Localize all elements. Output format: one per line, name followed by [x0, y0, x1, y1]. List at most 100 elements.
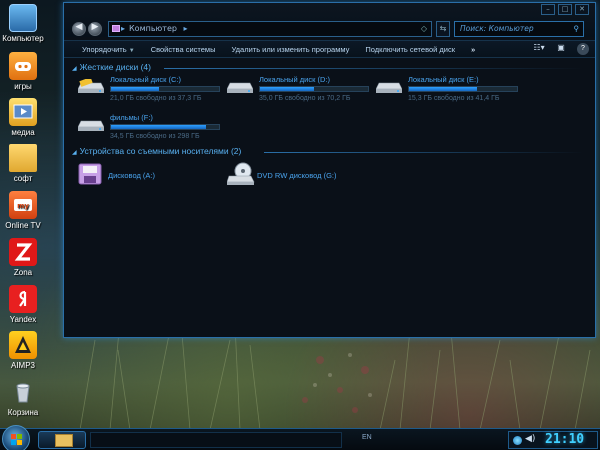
- organize-label: Упорядочить: [82, 44, 127, 54]
- removable-group-header[interactable]: ◢ Устройства со съемными носителями (2): [72, 146, 241, 156]
- tv-icon: my: [9, 191, 37, 219]
- taskbar-window-area[interactable]: [90, 432, 342, 448]
- floppy-drive-icon: [78, 163, 102, 185]
- recycle-bin-icon: [9, 378, 37, 406]
- drive-d[interactable]: Локальный диск (D:) 35,0 ГБ свободно из …: [227, 73, 375, 109]
- back-button[interactable]: ◀: [72, 22, 86, 36]
- drive-usage-fill: [260, 87, 314, 91]
- desktop-icon-media[interactable]: медиа: [0, 98, 46, 137]
- floppy-drive-a[interactable]: Дисковод (A:): [78, 162, 208, 186]
- folder-icon: [55, 434, 73, 447]
- drive-f[interactable]: фильмы (F:) 34,5 ГБ свободно из 298 ГБ: [78, 111, 226, 147]
- group-divider: [264, 152, 584, 153]
- desktop-icon-aimp[interactable]: AIMP3: [0, 331, 46, 370]
- desktop-icon-soft[interactable]: софт: [0, 144, 46, 183]
- drive-usage-fill: [409, 87, 478, 91]
- network-icon[interactable]: [513, 436, 522, 445]
- preview-pane-icon[interactable]: ▣: [555, 43, 567, 55]
- breadcrumb-arrow-icon: ▸: [183, 24, 188, 33]
- window-titlebar[interactable]: – □ ✕ ◀ ▶ ▸ Компьютер ▸ ◇ ⇆ Поиск: Компь…: [64, 3, 595, 37]
- desktop-icon-label: Компьютер: [2, 34, 44, 43]
- drive-free-space: 15,3 ГБ свободно из 41,4 ГБ: [408, 95, 500, 102]
- help-icon[interactable]: ?: [577, 43, 589, 55]
- hard-drives-group-header[interactable]: ◢ Жесткие диски (4): [72, 62, 151, 72]
- organize-menu[interactable]: Упорядочить ▼: [64, 45, 143, 54]
- desktop-icon-online-tv[interactable]: my Online TV: [0, 191, 46, 230]
- desktop-icon-label: Zona: [13, 268, 33, 277]
- collapse-icon: ◢: [72, 66, 77, 72]
- minimize-button[interactable]: –: [541, 4, 555, 15]
- desktop-icon-zona[interactable]: Zona: [0, 238, 46, 277]
- volume-icon[interactable]: ◀): [525, 434, 535, 444]
- desktop-icon-label: Online TV: [5, 221, 41, 230]
- drive-usage-bar: [110, 86, 220, 92]
- close-button[interactable]: ✕: [575, 4, 589, 15]
- system-properties-button[interactable]: Свойства системы: [143, 45, 224, 54]
- drive-free-space: 35,0 ГБ свободно из 70,2 ГБ: [259, 95, 351, 102]
- drive-free-space: 34,5 ГБ свободно из 298 ГБ: [110, 133, 200, 140]
- drive-usage-bar: [110, 124, 220, 130]
- zona-icon: [9, 238, 37, 266]
- command-bar: Упорядочить ▼ Свойства системы Удалить и…: [64, 40, 595, 58]
- drive-name: Локальный диск (D:): [259, 75, 330, 84]
- address-text: Компьютер: [129, 24, 177, 33]
- group-title: Жесткие диски (4): [79, 62, 151, 72]
- refresh-button[interactable]: ⇆: [436, 21, 450, 37]
- desktop-icon-label: Yandex: [9, 315, 37, 324]
- dvd-drive-g[interactable]: DVD RW дисковод (G:): [227, 162, 397, 186]
- explorer-content: ◢ Жесткие диски (4) Локальный диск (C:) 2…: [64, 59, 595, 337]
- start-button[interactable]: [2, 425, 30, 450]
- hard-drive-icon: [78, 120, 104, 131]
- search-placeholder: Поиск: Компьютер: [460, 24, 534, 33]
- clock[interactable]: 21:10: [545, 432, 584, 447]
- drive-e[interactable]: Локальный диск (E:) 15,3 ГБ свободно из …: [376, 73, 524, 109]
- drive-name: Локальный диск (E:): [408, 75, 479, 84]
- taskbar-explorer-button[interactable]: [38, 431, 86, 449]
- desktop-icon-label: игры: [14, 82, 32, 91]
- map-network-drive-button[interactable]: Подключить сетевой диск: [357, 45, 463, 54]
- drive-name: фильмы (F:): [110, 113, 153, 122]
- desktop-icon-recycle-bin[interactable]: Корзина: [0, 378, 46, 417]
- desktop-icon-computer[interactable]: Компьютер: [0, 4, 46, 43]
- chevron-down-icon: ▼: [128, 47, 135, 54]
- hard-drive-icon: [376, 82, 402, 93]
- svg-text:my: my: [17, 202, 29, 210]
- drive-c[interactable]: Локальный диск (C:) 21,0 ГБ свободно из …: [78, 73, 226, 109]
- group-title: Устройства со съемными носителями (2): [79, 146, 242, 156]
- computer-icon: [9, 4, 37, 32]
- refresh-icon: ⇆: [439, 24, 447, 33]
- uninstall-program-button[interactable]: Удалить или изменить программу: [223, 45, 357, 54]
- group-divider: [164, 68, 584, 69]
- drive-free-space: 21,0 ГБ свободно из 37,3 ГБ: [110, 95, 202, 102]
- search-input[interactable]: Поиск: Компьютер ⚲: [454, 21, 584, 37]
- change-view-icon[interactable]: ☷▾: [533, 43, 545, 55]
- breadcrumb-separator-icon: ▸: [121, 24, 126, 33]
- hard-drive-icon: [78, 79, 104, 93]
- drive-usage-bar: [259, 86, 369, 92]
- maximize-button[interactable]: □: [558, 4, 572, 15]
- desktop-icon-label: AIMP3: [10, 361, 35, 370]
- desktop-icon-yandex[interactable]: Yandex: [0, 285, 46, 324]
- back-arrow-icon: ◀: [75, 22, 83, 32]
- more-commands-button[interactable]: »: [463, 45, 483, 54]
- desktop-icon-label: медиа: [11, 128, 35, 137]
- desktop-icon-games[interactable]: игры: [0, 52, 46, 91]
- desktop-icon-label: Корзина: [7, 408, 39, 417]
- drive-usage-fill: [111, 125, 207, 129]
- address-bar[interactable]: ▸ Компьютер ▸ ◇: [108, 21, 432, 37]
- aimp-icon: [9, 331, 37, 359]
- search-icon[interactable]: ⚲: [574, 22, 580, 36]
- chevron-down-icon[interactable]: ◇: [421, 22, 427, 36]
- desktop-icon-label: софт: [13, 174, 33, 183]
- hard-drive-icon: [227, 82, 253, 93]
- view-controls: ☷▾ ▣ ?: [533, 43, 589, 55]
- forward-button[interactable]: ▶: [88, 22, 102, 36]
- language-indicator[interactable]: EN: [362, 434, 372, 441]
- taskbar: EN ◀) 21:10: [0, 425, 600, 450]
- window-controls: – □ ✕: [541, 4, 589, 16]
- drive-name: Локальный диск (C:): [110, 75, 181, 84]
- drive-name: DVD RW дисковод (G:): [257, 171, 337, 180]
- yandex-icon: [9, 285, 37, 313]
- windows-logo-icon: [11, 434, 22, 445]
- explorer-window[interactable]: – □ ✕ ◀ ▶ ▸ Компьютер ▸ ◇ ⇆ Поиск: Компь…: [63, 2, 596, 338]
